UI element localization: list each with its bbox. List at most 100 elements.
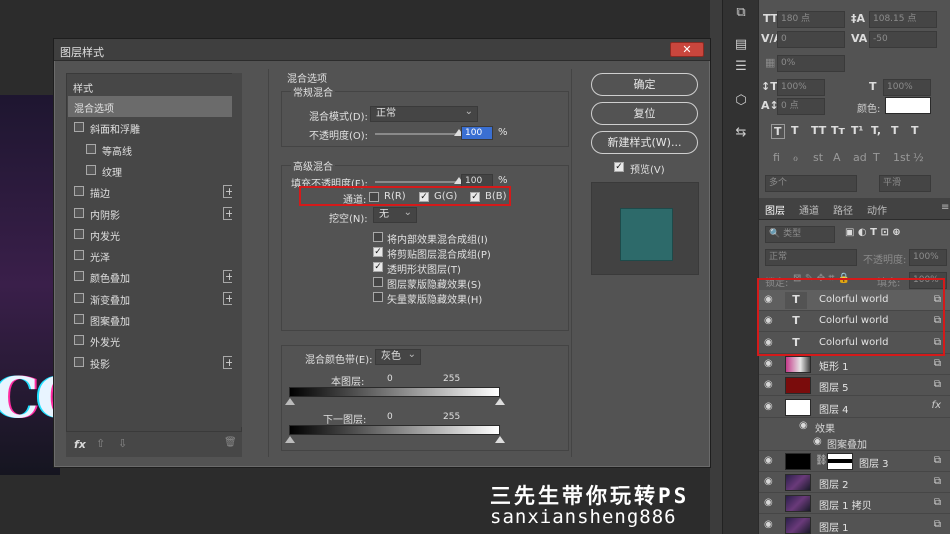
underlying-black-handle[interactable]	[285, 436, 295, 443]
opentype-button[interactable]: fi	[773, 151, 780, 164]
opentype-button[interactable]: ad	[853, 151, 867, 164]
style-item-checkbox[interactable]	[86, 143, 96, 154]
style-item[interactable]: 混合选项	[68, 96, 242, 117]
trash-icon[interactable]: 🗑	[224, 437, 237, 448]
style-item-checkbox[interactable]	[74, 335, 84, 346]
opentype-button[interactable]: ½	[913, 151, 924, 164]
this-layer-black-handle[interactable]	[285, 398, 295, 405]
tab-paths[interactable]: 路径	[833, 202, 853, 217]
style-item[interactable]: 斜面和浮雕	[68, 117, 242, 138]
advanced-option-checkbox[interactable]: ✓	[373, 262, 383, 272]
layer-row[interactable]: ◉ 图层 4 fx	[759, 396, 950, 418]
style-item[interactable]: 描边 +	[68, 181, 242, 202]
chain-link-icon[interactable]: ⛓	[815, 455, 828, 466]
actions-icon[interactable]: ⇆	[732, 124, 750, 142]
move-down-icon[interactable]: ⇩	[118, 437, 127, 450]
type-style-button[interactable]: TT	[811, 124, 826, 137]
style-item-checkbox[interactable]	[74, 250, 84, 261]
layer-row[interactable]: ◉ 图层 2 ⧉	[759, 472, 950, 494]
move-up-icon[interactable]: ⇧	[96, 437, 105, 450]
language-select[interactable]: 多个	[765, 175, 857, 192]
style-item-checkbox[interactable]	[74, 186, 84, 197]
style-item[interactable]: 投影 +	[68, 352, 242, 373]
visibility-eye-icon[interactable]: ◉	[764, 455, 776, 466]
type-style-button[interactable]: Tт	[831, 124, 845, 137]
panel-menu-icon[interactable]: ≡	[941, 202, 949, 213]
new-style-button[interactable]: 新建样式(W)...	[591, 131, 698, 154]
style-item-checkbox[interactable]	[74, 292, 84, 303]
this-layer-white-handle[interactable]	[495, 398, 505, 405]
fill-opacity-slider[interactable]	[375, 181, 459, 183]
preview-checkbox[interactable]: ✓	[614, 162, 624, 172]
pattern-overlay-row[interactable]: ◉ 图案叠加	[759, 433, 950, 451]
properties-icon[interactable]: ☰	[732, 58, 750, 76]
type-style-button[interactable]: T	[771, 124, 785, 139]
vertical-scale-field[interactable]: 100%	[777, 79, 825, 96]
fx-icon[interactable]: fx	[74, 438, 86, 451]
style-item-checkbox[interactable]	[74, 314, 84, 324]
style-item[interactable]: 颜色叠加 +	[68, 266, 242, 287]
visibility-eye-icon[interactable]: ◉	[764, 519, 776, 530]
style-item[interactable]: 内发光	[68, 224, 242, 245]
history-icon[interactable]: ⧉	[732, 4, 750, 22]
advanced-option-checkbox[interactable]	[373, 232, 383, 242]
font-size-field[interactable]: 180 点	[777, 11, 845, 28]
opentype-button[interactable]: A	[833, 151, 841, 164]
style-item-checkbox[interactable]	[74, 122, 84, 133]
blend-if-dropdown[interactable]: 灰色	[375, 348, 421, 365]
opacity-slider[interactable]	[375, 133, 459, 135]
tab-layers[interactable]: 图层	[765, 202, 785, 217]
dialog-titlebar[interactable]: 图层样式 ✕	[54, 39, 710, 61]
opacity-field[interactable]: 100%	[909, 249, 947, 266]
visibility-eye-icon[interactable]: ◉	[764, 498, 776, 508]
tsume-field[interactable]: 0%	[777, 55, 845, 72]
effects-eye-icon[interactable]: ◉	[799, 420, 808, 431]
pattern-overlay-eye-icon[interactable]: ◉	[813, 436, 822, 447]
layer-row[interactable]: ◉ ⛓ 图层 3 ⧉	[759, 450, 950, 472]
filter-kind-select[interactable]: 🔍 类型	[765, 226, 835, 243]
visibility-eye-icon[interactable]: ◉	[764, 380, 776, 390]
horizontal-scale-field[interactable]: 100%	[883, 79, 931, 96]
filter-icons[interactable]: ▣ ◐ T ⊡ ⊕	[845, 227, 901, 238]
style-item-checkbox[interactable]	[74, 356, 84, 367]
visibility-eye-icon[interactable]: ◉	[764, 358, 776, 369]
style-item[interactable]: 外发光	[68, 330, 242, 351]
knockout-dropdown[interactable]: 无	[373, 206, 417, 223]
type-style-button[interactable]: T,	[871, 124, 881, 137]
underlying-white-handle[interactable]	[495, 436, 505, 443]
advanced-option-checkbox[interactable]	[373, 277, 383, 287]
opacity-input[interactable]: 100	[461, 126, 493, 140]
style-item[interactable]: 内阴影 +	[68, 203, 242, 224]
style-item[interactable]: 图案叠加	[68, 309, 242, 330]
style-item[interactable]: 等高线	[68, 139, 242, 160]
color-swatch[interactable]	[885, 97, 931, 114]
style-item[interactable]: 光泽	[68, 245, 242, 266]
tracking-field[interactable]: -50	[869, 31, 937, 48]
antialias-select[interactable]: 平滑	[879, 175, 931, 192]
style-item-checkbox[interactable]	[74, 271, 84, 282]
advanced-option-checkbox[interactable]	[373, 292, 383, 302]
layer-row[interactable]: ◉ 图层 1 ⧉	[759, 514, 950, 534]
style-item[interactable]: 纹理	[68, 160, 242, 181]
leading-field[interactable]: 108.15 点	[869, 11, 937, 28]
type-style-button[interactable]: T¹	[851, 124, 863, 137]
ok-button[interactable]: 确定	[591, 73, 698, 96]
close-button[interactable]: ✕	[670, 42, 704, 57]
tab-actions[interactable]: 动作	[867, 202, 887, 217]
style-item[interactable]: 渐变叠加 +	[68, 288, 242, 309]
fx-icon[interactable]: fx	[932, 400, 941, 411]
3d-icon[interactable]: ⬡	[732, 92, 750, 110]
style-item-checkbox[interactable]	[74, 228, 84, 239]
layer-row[interactable]: ◉ 矩形 1 ⧉	[759, 353, 950, 375]
blend-mode-select[interactable]: 正常	[765, 249, 857, 266]
layer-comps-icon[interactable]: ▤	[732, 36, 750, 54]
baseline-field[interactable]: 0 点	[777, 98, 825, 115]
opentype-button[interactable]: ℴ	[793, 151, 798, 164]
layer-row[interactable]: ◉ 图层 5 ⧉	[759, 375, 950, 397]
type-style-button[interactable]: T	[891, 124, 899, 137]
style-item-checkbox[interactable]	[86, 164, 96, 175]
visibility-eye-icon[interactable]: ◉	[764, 477, 776, 487]
opentype-button[interactable]: 1st	[893, 151, 910, 164]
reset-button[interactable]: 复位	[591, 102, 698, 125]
opentype-button[interactable]: st	[813, 151, 823, 164]
